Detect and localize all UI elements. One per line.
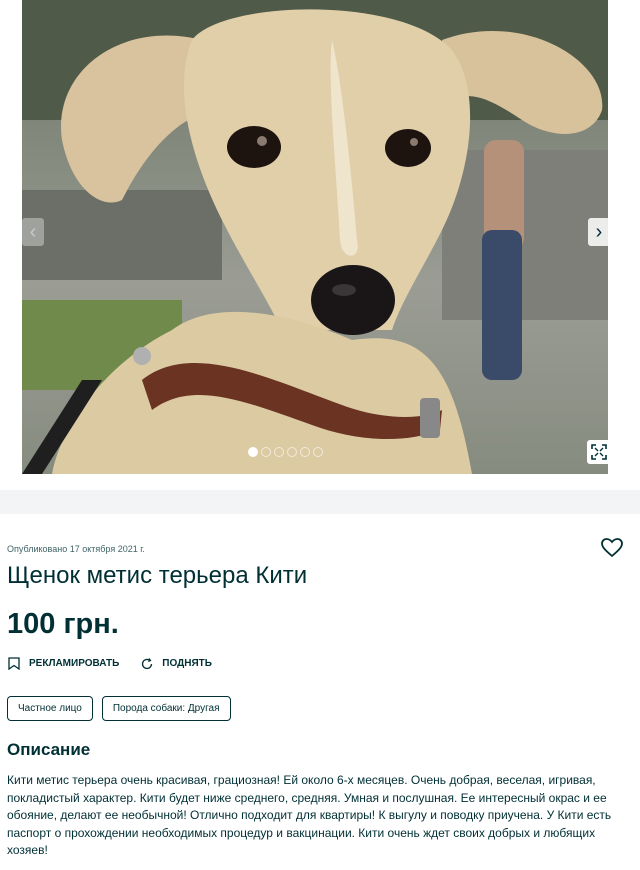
favorite-button[interactable] [601, 538, 623, 558]
ad-actions: РЕКЛАМИРОВАТЬ ПОДНЯТЬ [8, 657, 212, 670]
promote-label: РЕКЛАМИРОВАТЬ [29, 658, 120, 669]
next-photo-button[interactable]: › [588, 218, 610, 246]
heart-icon [601, 538, 623, 558]
dog-photo[interactable] [22, 0, 608, 474]
dog-photo-illustration [22, 0, 608, 474]
expand-icon [591, 444, 607, 460]
chevron-right-icon: › [595, 220, 603, 243]
ad-price: 100 грн. [7, 608, 119, 640]
ad-details: Опубликовано 17 октября 2021 г. Щенок ме… [0, 514, 640, 870]
published-date: Опубликовано 17 октября 2021 г. [7, 544, 145, 554]
photo-dot[interactable] [287, 447, 297, 457]
photo-dots [248, 447, 323, 457]
photo-dot[interactable] [248, 447, 258, 457]
photo-dot[interactable] [300, 447, 310, 457]
tag-seller-type[interactable]: Частное лицо [7, 696, 93, 721]
ad-title: Щенок метис терьера Кити [7, 562, 308, 589]
refresh-icon [142, 657, 153, 669]
section-separator [0, 490, 640, 514]
raise-label: ПОДНЯТЬ [162, 658, 212, 669]
photo-dot[interactable] [313, 447, 323, 457]
description-title: Описание [7, 740, 91, 759]
fullscreen-button[interactable] [587, 440, 611, 464]
chevron-left-icon: ‹ [29, 220, 37, 243]
raise-button[interactable]: ПОДНЯТЬ [141, 657, 212, 670]
photo-dot[interactable] [274, 447, 284, 457]
tag-dog-breed[interactable]: Порода собаки: Другая [101, 696, 231, 721]
prev-photo-button[interactable]: ‹ [22, 218, 44, 246]
bookmark-flag-icon [8, 657, 20, 670]
ad-tags: Частное лицо Порода собаки: Другая [7, 696, 231, 721]
description-text: Кити метис терьера очень красивая, граци… [7, 773, 612, 858]
photo-gallery: ‹ › [0, 0, 640, 490]
promote-button[interactable]: РЕКЛАМИРОВАТЬ [8, 657, 119, 670]
photo-dot[interactable] [261, 447, 271, 457]
